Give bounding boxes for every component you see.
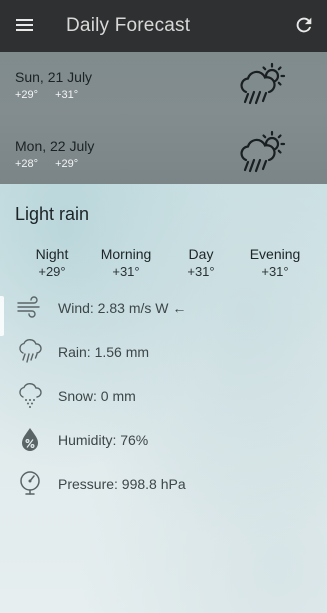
list-item[interactable]: Mon, 22 July +28° +29° <box>0 118 327 184</box>
page-title: Daily Forecast <box>66 15 191 36</box>
forecast-date: Mon, 22 July <box>15 138 95 154</box>
wind-value: Wind: 2.83 m/s W ← <box>58 300 187 316</box>
forecast-temps: +28° +29° <box>15 158 92 170</box>
hamburger-menu-icon[interactable] <box>14 16 38 36</box>
temp-high: +31° <box>55 89 79 101</box>
rain-cloud-sun-icon <box>238 130 290 174</box>
forecast-date: Sun, 21 July <box>15 69 93 85</box>
rain-icon <box>17 338 43 364</box>
pressure-gauge-icon <box>17 470 43 496</box>
scroll-edge-indicator <box>0 296 4 336</box>
snow-row: Snow: 0 mm <box>0 382 327 412</box>
pressure-row: Pressure: 998.8 hPa <box>0 470 327 500</box>
period-day: Day +31° <box>161 246 241 279</box>
rain-value: Rain: 1.56 mm <box>58 344 150 360</box>
humidity-value: Humidity: 76% <box>58 432 149 448</box>
detail-panel: Light rain Night +29° Morning +31° Day +… <box>0 184 327 613</box>
period-temp: +29° <box>38 264 66 279</box>
toolbar: Daily Forecast <box>0 0 327 52</box>
humidity-drop-icon <box>17 426 43 452</box>
temp-low: +29° <box>15 89 39 101</box>
pressure-value: Pressure: 998.8 hPa <box>58 476 186 492</box>
period-night: Night +29° <box>12 246 92 279</box>
condition-label: Light rain <box>15 204 90 224</box>
forecast-temps: +29° +31° <box>15 89 92 101</box>
period-label: Morning <box>100 246 152 262</box>
snow-value: Snow: 0 mm <box>58 388 136 404</box>
snow-icon <box>17 382 43 408</box>
rain-row: Rain: 1.56 mm <box>0 338 327 368</box>
period-evening: Evening +31° <box>235 246 315 279</box>
wind-row: Wind: 2.83 m/s W ← <box>0 294 327 324</box>
refresh-icon[interactable] <box>293 14 315 36</box>
period-label: Night <box>35 246 69 262</box>
list-item[interactable]: Sun, 21 July +29° +31° <box>0 52 327 118</box>
temp-high: +29° <box>55 158 79 170</box>
wind-icon <box>17 294 43 320</box>
period-temp: +31° <box>112 264 140 279</box>
rain-cloud-sun-icon <box>238 62 290 106</box>
period-temp: +31° <box>261 264 289 279</box>
period-temp: +31° <box>187 264 215 279</box>
period-label: Day <box>188 246 214 262</box>
humidity-row: Humidity: 76% <box>0 426 327 456</box>
period-label: Evening <box>249 246 301 262</box>
forecast-list: Sun, 21 July +29° +31° Mon, 22 July +28°… <box>0 52 327 184</box>
app-root: Daily Forecast Sun, 21 July +29° +31° Mo… <box>0 0 327 613</box>
period-morning: Morning +31° <box>86 246 166 279</box>
temp-low: +28° <box>15 158 39 170</box>
